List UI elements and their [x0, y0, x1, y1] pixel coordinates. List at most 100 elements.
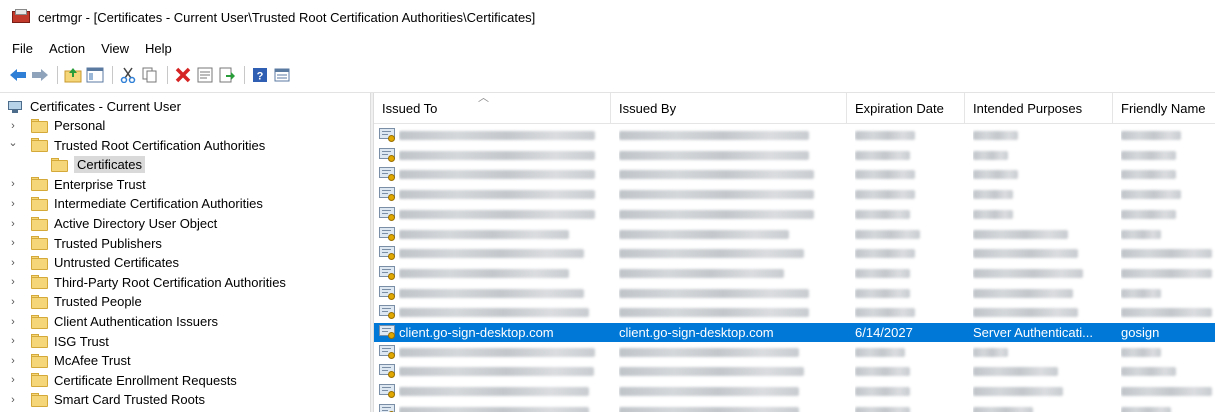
tree-item-intermediate-certification-authorities[interactable]: › Intermediate Certification Authorities	[6, 194, 263, 213]
tree-item-enterprise-trust[interactable]: › Enterprise Trust	[6, 175, 146, 194]
copy-icon[interactable]	[140, 65, 160, 85]
table-row[interactable]	[374, 402, 1215, 412]
redacted-cell	[619, 126, 829, 145]
toolbar-separator	[112, 66, 113, 84]
tree-item-third-party-root-certification-authorities[interactable]: › Third-Party Root Certification Authorit…	[6, 273, 286, 292]
menu-view[interactable]: View	[93, 41, 137, 56]
table-row[interactable]	[374, 303, 1215, 322]
tree-item-smart-card-trusted-roots[interactable]: › Smart Card Trusted Roots	[6, 390, 205, 409]
folder-icon	[30, 392, 48, 407]
table-row[interactable]	[374, 146, 1215, 165]
menu-file[interactable]: File	[0, 41, 41, 56]
cut-icon[interactable]	[118, 65, 138, 85]
folder-icon	[30, 294, 48, 309]
certificate-icon	[379, 226, 395, 241]
expand-icon[interactable]: ›	[6, 276, 20, 288]
redacted-cell	[1121, 205, 1215, 224]
table-row[interactable]	[374, 362, 1215, 381]
redacted-cell	[855, 264, 945, 283]
column-expiration-date[interactable]: Expiration Date	[847, 93, 965, 123]
expand-icon[interactable]: ›	[6, 198, 20, 210]
up-folder-icon[interactable]	[63, 65, 83, 85]
tree-item-mcafee-trust[interactable]: › McAfee Trust	[6, 351, 130, 370]
redacted-cell	[619, 185, 829, 204]
redacted-cell	[973, 382, 1103, 401]
certificate-icon	[379, 187, 395, 202]
tree-item-isg-trust[interactable]: › ISG Trust	[6, 332, 109, 351]
redacted-cell	[973, 146, 1103, 165]
table-row[interactable]	[374, 165, 1215, 184]
menu-action[interactable]: Action	[41, 41, 93, 56]
expand-icon[interactable]: ›	[6, 316, 20, 328]
expand-icon[interactable]: ›	[6, 237, 20, 249]
toolbar: ?	[0, 63, 294, 87]
tree-item-certificates[interactable]: Certificates	[50, 155, 146, 174]
tree-item-trusted-publishers[interactable]: › Trusted Publishers	[6, 234, 162, 253]
expand-icon[interactable]: ›	[6, 374, 20, 386]
redacted-cell	[1121, 244, 1215, 263]
redacted-cell	[399, 146, 599, 165]
table-row[interactable]	[374, 205, 1215, 224]
show-hide-tree-icon[interactable]	[85, 65, 105, 85]
expand-icon[interactable]: ›	[6, 394, 20, 406]
redacted-cell	[855, 126, 945, 145]
redacted-cell	[973, 205, 1103, 224]
expand-icon[interactable]: ›	[6, 178, 20, 190]
table-row[interactable]	[374, 244, 1215, 263]
certificate-icon	[379, 344, 395, 359]
collapse-icon[interactable]: ⌄	[6, 136, 20, 149]
certificate-icon	[379, 403, 395, 412]
expand-icon[interactable]: ›	[6, 296, 20, 308]
redacted-cell	[855, 382, 945, 401]
menu-help[interactable]: Help	[137, 41, 180, 56]
delete-icon[interactable]	[173, 65, 193, 85]
column-issued-to[interactable]: Issued To ︿	[374, 93, 611, 123]
redacted-cell	[1121, 225, 1215, 244]
redacted-cell	[973, 284, 1103, 303]
tree-item-certificate-enrollment-requests[interactable]: › Certificate Enrollment Requests	[6, 371, 237, 390]
expand-icon[interactable]: ›	[6, 355, 20, 367]
properties-icon[interactable]	[195, 65, 215, 85]
tree-item-trusted-people[interactable]: › Trusted People	[6, 292, 142, 311]
redacted-cell	[855, 343, 945, 362]
expand-icon[interactable]: ›	[6, 120, 20, 132]
table-row[interactable]	[374, 343, 1215, 362]
tree-item-trusted-root-certification-authorities[interactable]: ⌄ Trusted Root Certification Authorities	[6, 136, 265, 155]
help-icon[interactable]: ?	[250, 65, 270, 85]
folder-icon	[30, 216, 48, 231]
table-row[interactable]	[374, 382, 1215, 401]
back-icon[interactable]	[8, 65, 28, 85]
table-row[interactable]	[374, 284, 1215, 303]
redacted-cell	[973, 244, 1103, 263]
table-row[interactable]	[374, 185, 1215, 204]
table-row[interactable]	[374, 126, 1215, 145]
redacted-cell	[399, 244, 599, 263]
expand-icon[interactable]: ›	[6, 218, 20, 230]
table-row[interactable]: client.go-sign-desktop.com client.go-sign…	[374, 323, 1215, 342]
redacted-cell	[619, 165, 829, 184]
tree-root[interactable]: Certificates - Current User	[6, 97, 181, 116]
table-row[interactable]	[374, 225, 1215, 244]
tree-item-personal[interactable]: › Personal	[6, 116, 105, 135]
column-intended-purposes[interactable]: Intended Purposes	[965, 93, 1113, 123]
tree-item-active-directory-user-object[interactable]: › Active Directory User Object	[6, 214, 217, 233]
folder-icon	[30, 196, 48, 211]
column-friendly-name[interactable]: Friendly Name	[1113, 93, 1215, 123]
column-label: Issued To	[382, 100, 438, 116]
tree-item-untrusted-certificates[interactable]: › Untrusted Certificates	[6, 253, 179, 272]
expand-icon[interactable]: ›	[6, 335, 20, 347]
details-view-icon[interactable]	[272, 65, 292, 85]
redacted-cell	[855, 185, 945, 204]
expand-icon[interactable]: ›	[6, 257, 20, 269]
forward-icon[interactable]	[30, 65, 50, 85]
cell-intended-purposes: Server Authenticati...	[973, 325, 1093, 340]
column-issued-by[interactable]: Issued By	[611, 93, 847, 123]
redacted-cell	[619, 382, 829, 401]
export-list-icon[interactable]	[217, 65, 237, 85]
tree-item-client-authentication-issuers[interactable]: › Client Authentication Issuers	[6, 312, 218, 331]
cell-issued-by: client.go-sign-desktop.com	[619, 325, 774, 340]
redacted-cell	[1121, 146, 1215, 165]
table-row[interactable]	[374, 264, 1215, 283]
tree-item-label: Client Authentication Issuers	[54, 314, 219, 329]
redacted-cell	[1121, 165, 1215, 184]
